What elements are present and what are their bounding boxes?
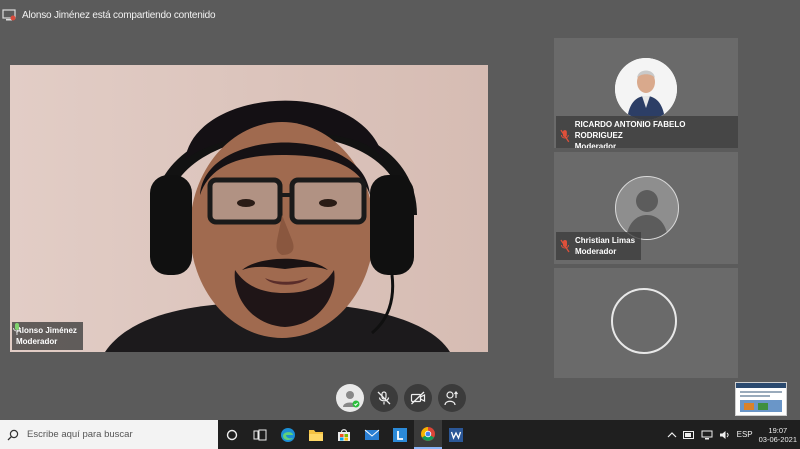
participant-role: Moderador	[575, 247, 617, 256]
main-video-feed[interactable]: Alonso Jiménez Moderador	[10, 65, 488, 352]
participant-tile[interactable]: RICARDO ANTONIO FABELO RODRIGUEZ Moderad…	[554, 38, 738, 148]
mail-icon	[364, 429, 380, 440]
taskbar-chrome[interactable]	[414, 420, 442, 449]
main-participant-name-tag: Alonso Jiménez Moderador	[12, 322, 83, 350]
muted-microphone-icon	[560, 129, 570, 142]
letter-l-app-icon	[393, 427, 407, 442]
clock-date: 03-06-2021	[758, 434, 797, 444]
participant-photo	[615, 58, 677, 120]
chevron-up-icon[interactable]	[667, 431, 677, 439]
default-avatar-icon	[615, 176, 679, 240]
taskbar-file-explorer[interactable]	[302, 420, 330, 449]
participant-avatar	[615, 58, 677, 120]
meeting-controls	[336, 384, 466, 412]
folder-icon	[309, 429, 323, 441]
language-indicator[interactable]: ESP	[737, 430, 753, 439]
camera-off-icon	[410, 391, 426, 405]
task-view-button[interactable]	[246, 420, 274, 449]
taskbar-edge[interactable]	[274, 420, 302, 449]
participant-name-tag: Christian Limas Moderador	[556, 232, 642, 260]
user-icon	[343, 391, 360, 408]
clock-time: 19:07	[768, 425, 788, 435]
taskbar-word[interactable]	[442, 420, 470, 449]
raise-hand-button[interactable]	[438, 384, 466, 412]
muted-microphone-icon	[560, 239, 570, 253]
cortana-button[interactable]	[218, 420, 246, 449]
hand-icon	[444, 391, 458, 406]
muted-microphone-icon	[377, 391, 391, 405]
search-icon	[7, 429, 19, 440]
microphone-icon	[13, 323, 21, 335]
mute-microphone-button[interactable]	[370, 384, 398, 412]
participant-tile[interactable]	[554, 268, 738, 378]
task-view-icon	[253, 429, 267, 440]
battery-icon[interactable]	[682, 430, 695, 439]
sharing-banner-text: Alonso Jiménez está compartiendo conteni…	[22, 9, 216, 21]
screen-share-icon	[2, 9, 16, 21]
shared-content-thumbnail[interactable]	[735, 382, 787, 416]
participant-name: RICARDO ANTONIO FABELO RODRIGUEZ	[574, 120, 686, 140]
system-tray: ESP 19:07 03-06-2021	[667, 420, 800, 449]
taskbar-mail[interactable]	[358, 420, 386, 449]
speaker-video-image	[10, 65, 488, 352]
participant-name: Alonso Jiménez	[16, 326, 77, 335]
participant-role: Moderador	[574, 142, 617, 148]
taskbar-store[interactable]	[330, 420, 358, 449]
search-placeholder: Escribe aquí para buscar	[27, 429, 133, 440]
windows-taskbar: Escribe aquí para buscar ESP 19:07 03-06…	[0, 420, 800, 449]
word-icon	[449, 427, 463, 442]
loading-avatar-ring	[611, 288, 677, 354]
sharing-banner: Alonso Jiménez está compartiendo conteni…	[0, 0, 800, 30]
taskbar-search-box[interactable]: Escribe aquí para buscar	[0, 420, 218, 449]
edge-browser-icon	[281, 427, 295, 442]
network-icon[interactable]	[701, 430, 713, 440]
chrome-icon	[421, 426, 435, 441]
store-icon	[338, 428, 350, 441]
taskbar-app-l[interactable]	[386, 420, 414, 449]
cortana-icon	[226, 429, 238, 440]
participant-tile[interactable]: Christian Limas Moderador	[554, 152, 738, 264]
participant-name-tag: RICARDO ANTONIO FABELO RODRIGUEZ Moderad…	[556, 116, 738, 148]
volume-icon[interactable]	[719, 430, 731, 440]
participant-name: Christian Limas	[575, 236, 636, 245]
taskbar-clock[interactable]: 19:07 03-06-2021	[759, 426, 797, 444]
participant-role: Moderador	[16, 337, 58, 346]
self-view-button[interactable]	[336, 384, 364, 412]
camera-off-button[interactable]	[404, 384, 432, 412]
